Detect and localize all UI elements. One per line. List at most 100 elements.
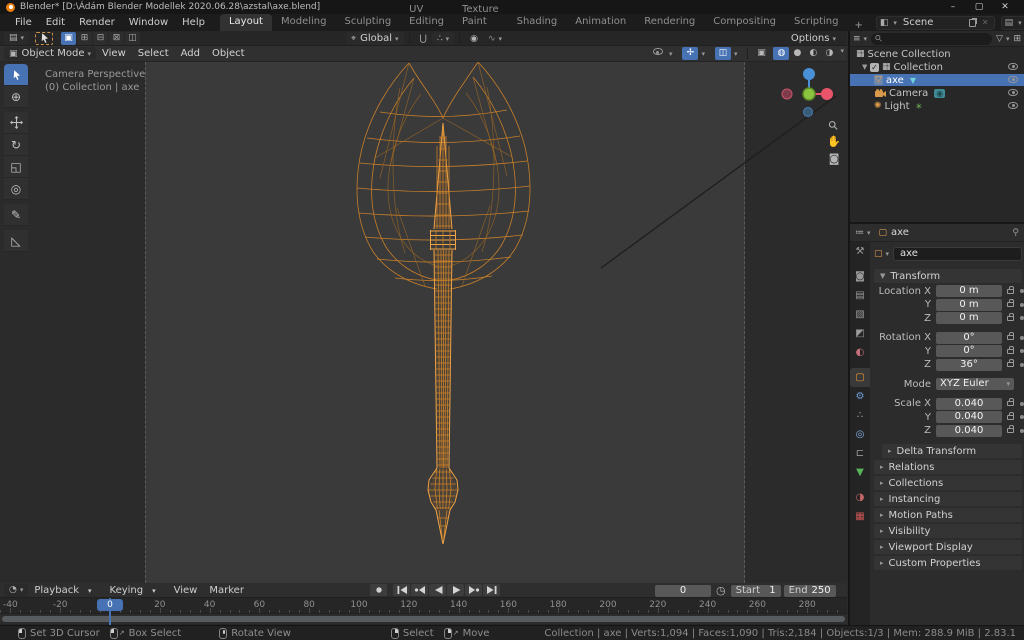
properties-tab-constraints[interactable]: ⊏ [850, 444, 870, 463]
shading-material-button[interactable]: ◐ [805, 47, 821, 60]
next-keyframe-button[interactable] [465, 584, 482, 596]
workspace-tab-rendering[interactable]: Rendering [635, 14, 704, 31]
menu-window[interactable]: Window [122, 17, 175, 28]
properties-tab-view-layer[interactable]: ▧ [850, 305, 870, 324]
panel-instancing[interactable]: ▸Instancing [874, 492, 1022, 506]
viewport-menu-object[interactable]: Object [206, 48, 251, 59]
tool-measure-button[interactable]: ◺ [4, 230, 28, 252]
panel-relations[interactable]: ▸Relations [874, 460, 1022, 474]
viewport-menu-select[interactable]: Select [132, 48, 175, 59]
add-workspace-button[interactable]: + [847, 20, 869, 31]
properties-tab-texture[interactable]: ▦ [850, 507, 870, 526]
previous-keyframe-button[interactable] [411, 584, 428, 596]
select-mode-set-icon[interactable]: ▣ [61, 32, 76, 45]
navigation-gizmo[interactable] [781, 64, 837, 120]
hide-toggle[interactable] [1008, 88, 1018, 99]
select-mode-subtract-icon[interactable]: ⊟ [93, 32, 108, 45]
animate-dot-icon[interactable] [1020, 402, 1024, 406]
editor-type-button[interactable]: ▤▾ [4, 32, 29, 45]
expand-caret-icon[interactable]: ▼ [862, 63, 870, 71]
animate-dot-icon[interactable] [1020, 289, 1024, 293]
properties-tab-output[interactable]: ▤ [850, 286, 870, 305]
timeline-menu-playback[interactable]: Playback▾ [28, 585, 103, 596]
menu-help[interactable]: Help [175, 17, 212, 28]
lock-icon[interactable] [1007, 362, 1014, 367]
pin-icon[interactable]: ⚲ [1012, 228, 1019, 238]
transform-panel-header[interactable]: ▼Transform [874, 269, 1022, 283]
hide-toggle[interactable] [1008, 75, 1018, 86]
unlink-scene-icon[interactable]: ✕ [980, 18, 991, 27]
current-frame-badge[interactable]: 0 [97, 599, 123, 611]
animate-dot-icon[interactable] [1020, 363, 1024, 367]
animate-dot-icon[interactable] [1020, 316, 1024, 320]
properties-tab-world[interactable]: ◐ [850, 343, 870, 362]
pan-hand-icon[interactable]: ✋ [827, 135, 841, 152]
tool-move-button[interactable] [4, 112, 28, 134]
timeline-menu-view[interactable]: View [168, 585, 204, 596]
animate-dot-icon[interactable] [1020, 303, 1024, 307]
active-tool-button[interactable] [35, 32, 53, 45]
shading-solid-button[interactable]: ● [789, 47, 805, 60]
workspace-tab-compositing[interactable]: Compositing [704, 14, 785, 31]
value-field[interactable]: 0° [936, 345, 1002, 357]
properties-tab-object-data[interactable]: ▼ [850, 463, 870, 482]
value-field[interactable]: 0 m [936, 312, 1002, 324]
scene-name[interactable]: Scene [897, 17, 967, 28]
properties-tab-object[interactable]: ▢ [850, 368, 870, 387]
properties-editor-icon[interactable]: ≔ [855, 228, 864, 238]
panel-collections[interactable]: ▸Collections [874, 476, 1022, 490]
viewport-menu-view[interactable]: View [96, 48, 132, 59]
mode-dropdown[interactable]: ▣ Object Mode▾ [4, 47, 96, 60]
animate-dot-icon[interactable] [1020, 415, 1024, 419]
value-field[interactable]: 0° [936, 332, 1002, 344]
collection-checkbox[interactable]: ✓ [870, 63, 879, 72]
viewport-3d[interactable]: Camera Perspective (0) Collection | axe … [0, 62, 847, 583]
maximize-button[interactable]: ▢ [966, 0, 992, 14]
transform-orientation-dropdown[interactable]: ⌖ Global▾ [346, 32, 404, 45]
outliner-row-light[interactable]: ✺ Light ✳ [850, 100, 1024, 112]
timeline-menu-marker[interactable]: Marker [203, 585, 250, 596]
jump-to-end-button[interactable] [483, 584, 500, 596]
snap-settings-dropdown[interactable]: ∴▾ [432, 32, 454, 45]
proportional-edit-toggle[interactable]: ◉ [465, 32, 483, 45]
tool-cursor-button[interactable]: ⊕ [4, 86, 28, 108]
object-visibility-dropdown[interactable]: ▾ [645, 47, 678, 60]
minimize-button[interactable]: – [940, 0, 966, 14]
menu-file[interactable]: File [8, 17, 39, 28]
workspace-tab-layout[interactable]: Layout [220, 14, 272, 31]
value-field[interactable]: 0 m [936, 299, 1002, 311]
filter-icon[interactable]: ▽ [996, 34, 1003, 44]
stopwatch-icon[interactable]: ◷ [716, 584, 726, 597]
auto-keying-button[interactable] [370, 584, 387, 596]
outliner-row-camera[interactable]: Camera ◉ [850, 87, 1024, 99]
shading-wireframe-button[interactable]: ◍ [773, 47, 789, 60]
outliner-row-collection[interactable]: ▼ ✓ ▦ Collection [850, 61, 1024, 73]
new-scene-icon[interactable] [969, 19, 976, 27]
select-mode-extend-icon[interactable]: ⊞ [77, 32, 92, 45]
scene-selector[interactable]: ◧▾ Scene ✕ [876, 16, 995, 30]
close-button[interactable]: ✕ [992, 0, 1018, 14]
current-frame-field[interactable]: 0 [655, 585, 711, 597]
outliner-row-scene-collection[interactable]: ▦ Scene Collection [850, 48, 1024, 60]
value-field[interactable]: 36° [936, 359, 1002, 371]
lock-icon[interactable] [1007, 335, 1014, 340]
mode-dropdown-field[interactable]: XYZ Euler▾ [936, 378, 1014, 390]
lock-icon[interactable] [1007, 428, 1014, 433]
tool-annotate-button[interactable]: ✎ [4, 204, 28, 226]
select-mode-invert-icon[interactable]: ⊠ [109, 32, 124, 45]
frame-end-field[interactable]: End250 [784, 585, 836, 597]
animate-dot-icon[interactable] [1020, 429, 1024, 433]
snap-toggle[interactable]: ⋃ [415, 32, 432, 45]
panel-motion-paths[interactable]: ▸Motion Paths [874, 508, 1022, 522]
outliner-row-axe[interactable]: ▽ axe ▼ [850, 74, 1024, 86]
menu-render[interactable]: Render [72, 17, 122, 28]
panel-custom-properties[interactable]: ▸Custom Properties [874, 556, 1022, 570]
value-field[interactable]: 0.040 [936, 411, 1002, 423]
lock-icon[interactable] [1007, 316, 1014, 321]
workspace-tab-shading[interactable]: Shading [508, 14, 567, 31]
proportional-falloff-dropdown[interactable]: ∿▾ [483, 32, 507, 45]
timeline-ruler[interactable]: -40-202040608010012014016018020022024026… [0, 598, 847, 614]
hide-toggle[interactable] [1008, 62, 1018, 73]
workspace-tab-scripting[interactable]: Scripting [785, 14, 847, 31]
panel-delta-transform[interactable]: ▸Delta Transform [882, 444, 1022, 458]
